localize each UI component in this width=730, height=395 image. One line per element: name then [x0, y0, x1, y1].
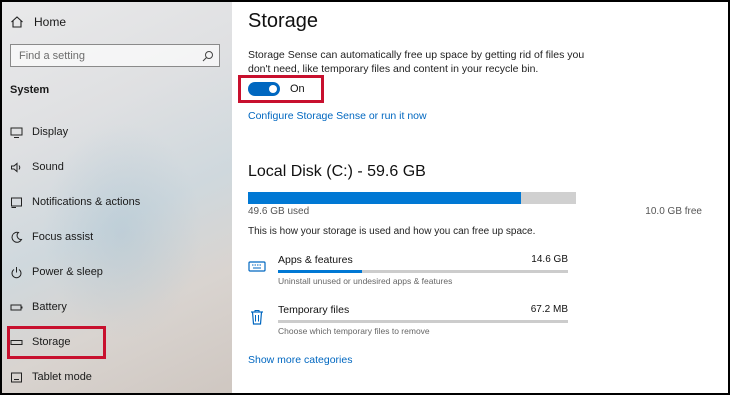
sidebar-item-label: Power & sleep: [32, 266, 103, 278]
usage-explanation: This is how your storage is used and how…: [248, 226, 536, 237]
category-apps-features[interactable]: Apps & features 14.6 GB Uninstall unused…: [248, 254, 568, 290]
storage-sense-description: Storage Sense can automatically free up …: [248, 49, 585, 75]
category-temporary-files[interactable]: Temporary files 67.2 MB Choose which tem…: [248, 304, 568, 340]
power-icon: [10, 266, 23, 279]
toggle-state-label: On: [290, 83, 305, 95]
sidebar-item-focus-assist[interactable]: Focus assist: [10, 227, 93, 247]
sidebar-item-battery[interactable]: Battery: [10, 297, 67, 317]
sidebar-item-label: Battery: [32, 301, 67, 313]
search-input[interactable]: [11, 45, 191, 66]
category-subtext: Uninstall unused or undesired apps & fea…: [278, 276, 453, 286]
sidebar-item-label: Notifications & actions: [32, 196, 141, 208]
sidebar-item-notifications[interactable]: Notifications & actions: [10, 192, 140, 212]
storage-sense-toggle-row: On: [248, 82, 305, 96]
category-bar: [278, 270, 568, 273]
notification-icon: [10, 196, 23, 209]
search-icon[interactable]: [202, 49, 214, 62]
category-name: Temporary files: [278, 304, 350, 316]
main-content: Storage Storage Sense can automatically …: [232, 2, 728, 393]
category-name: Apps & features: [278, 254, 353, 266]
search-box[interactable]: [10, 44, 220, 67]
sidebar-item-label: Display: [32, 126, 69, 138]
home-icon: [10, 15, 24, 29]
category-subtext: Choose which temporary files to remove: [278, 326, 430, 336]
show-more-categories-link[interactable]: Show more categories: [248, 354, 352, 366]
sidebar-item-power-sleep[interactable]: Power & sleep: [10, 262, 103, 282]
sidebar-item-label: Sound: [32, 161, 64, 173]
section-title: System: [10, 84, 50, 96]
page-title: Storage: [248, 10, 319, 32]
tablet-icon: [10, 371, 23, 384]
configure-storage-sense-link[interactable]: Configure Storage Sense or run it now: [248, 110, 427, 122]
category-bar: [278, 320, 568, 323]
disk-usage-fill: [248, 192, 521, 204]
disk-title: Local Disk (C:) - 59.6 GB: [248, 163, 426, 180]
category-size: 67.2 MB: [530, 304, 568, 315]
sidebar-item-tablet-mode[interactable]: Tablet mode: [10, 367, 92, 387]
speaker-icon: [10, 161, 23, 174]
home-nav-item[interactable]: Home: [10, 12, 66, 32]
highlight-box-storage: [7, 326, 106, 359]
category-bar-fill: [278, 270, 363, 273]
disk-usage-bar: [248, 192, 576, 204]
moon-icon: [10, 231, 23, 244]
sidebar-item-display[interactable]: Display: [10, 122, 68, 142]
sidebar-item-sound[interactable]: Sound: [10, 157, 64, 177]
category-size: 14.6 GB: [531, 254, 568, 265]
toggle-knob: [269, 85, 277, 93]
battery-icon: [10, 301, 23, 314]
keyboard-icon: [248, 258, 266, 276]
storage-sense-toggle[interactable]: [248, 82, 280, 96]
disk-used-label: 49.6 GB used: [248, 206, 310, 217]
sidebar-item-label: Tablet mode: [32, 371, 92, 383]
home-label: Home: [34, 15, 67, 29]
disk-free-label: 10.0 GB free: [645, 206, 702, 217]
monitor-icon: [10, 126, 23, 139]
trash-icon: [248, 308, 266, 326]
sidebar: Home System Display Sound Notificati: [2, 2, 232, 393]
sidebar-item-label: Focus assist: [32, 231, 94, 243]
settings-window: Home System Display Sound Notificati: [0, 0, 730, 395]
